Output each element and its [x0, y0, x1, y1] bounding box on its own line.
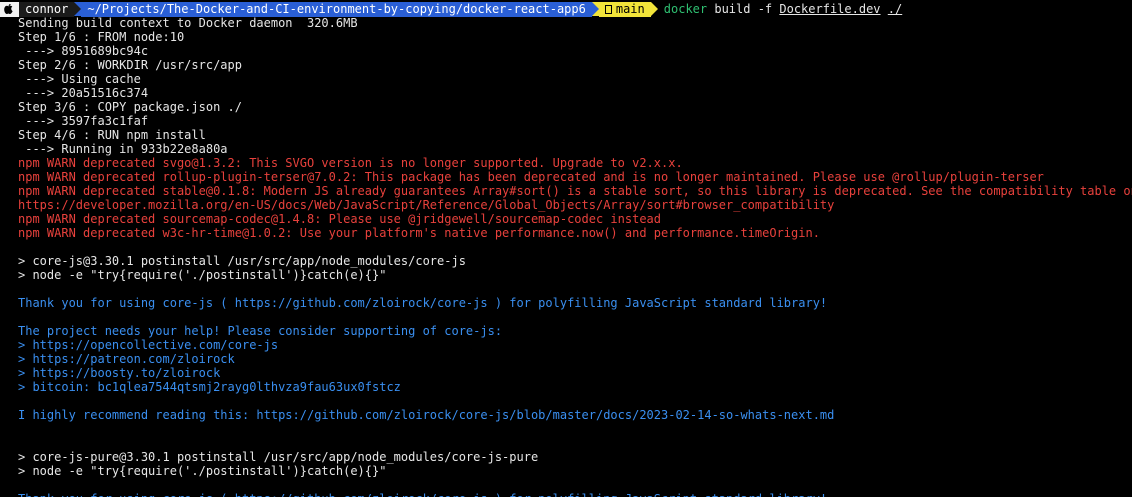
- prompt-user: connor: [19, 1, 75, 17]
- output-line: The project needs your help! Please cons…: [18, 324, 503, 338]
- output-line: ---> Using cache: [18, 72, 141, 86]
- prompt-line: connor ~/Projects/The-Docker-and-CI-envi…: [0, 1, 1132, 17]
- output-line: npm WARN deprecated rollup-plugin-terser…: [18, 170, 1044, 184]
- output-line: ---> 8951689bc94c: [18, 44, 149, 58]
- output-line: npm WARN deprecated stable@0.1.8: Modern…: [18, 184, 1132, 198]
- git-branch-name: main: [615, 2, 645, 16]
- segment-separator: [74, 2, 82, 16]
- output-line: Step 1/6 : FROM node:10: [18, 30, 185, 44]
- git-segment: main: [598, 1, 651, 17]
- prompt-cwd: ~/Projects/The-Docker-and-CI-environment…: [81, 1, 592, 17]
- output-line: > bitcoin: bc1qlea7544qtsmj2rayg0lthvza9…: [18, 380, 401, 394]
- output-line: ---> 3597fa3c1faf: [18, 114, 149, 128]
- output-line: > https://boosty.to/zloirock: [18, 366, 221, 380]
- output-line: > https://opencollective.com/core-js: [18, 338, 279, 352]
- output-line: ---> 20a51516c374: [18, 86, 149, 100]
- output-line: Step 3/6 : COPY package.json ./: [18, 100, 242, 114]
- segment-separator: [650, 2, 658, 16]
- output-line: I highly recommend reading this: https:/…: [18, 408, 835, 422]
- output-line: Sending build context to Docker daemon 3…: [18, 16, 358, 30]
- output-line: > core-js-pure@3.30.1 postinstall /usr/s…: [18, 450, 539, 464]
- command-program: docker: [663, 2, 708, 16]
- output-line: > core-js@3.30.1 postinstall /usr/src/ap…: [18, 254, 466, 268]
- git-branch-icon: [604, 4, 612, 14]
- command-context: ./: [887, 2, 903, 16]
- output-line: Step 4/6 : RUN npm install: [18, 128, 206, 142]
- output-line: npm WARN deprecated sourcemap-codec@1.4.…: [18, 212, 661, 226]
- output-line: > node -e "try{require('./postinstall')}…: [18, 464, 387, 478]
- terminal-window[interactable]: connor ~/Projects/The-Docker-and-CI-envi…: [0, 0, 1132, 497]
- apple-icon: [0, 1, 19, 17]
- command-input[interactable]: docker build -f Dockerfile.dev ./: [664, 2, 902, 16]
- output-line: ---> Running in 933b22e8a80a: [18, 142, 228, 156]
- output-line: Step 2/6 : WORKDIR /usr/src/app: [18, 58, 242, 72]
- terminal-output: Sending build context to Docker daemon 3…: [18, 16, 1132, 497]
- output-line: Thank you for using core-js ( https://gi…: [18, 296, 828, 310]
- output-line: https://developer.mozilla.org/en-US/docs…: [18, 198, 835, 212]
- output-line: > https://patreon.com/zloirock: [18, 352, 235, 366]
- command-file: Dockerfile.dev: [779, 2, 881, 16]
- segment-separator: [591, 2, 599, 16]
- output-line: > node -e "try{require('./postinstall')}…: [18, 268, 387, 282]
- output-line: npm WARN deprecated w3c-hr-time@1.0.2: U…: [18, 226, 820, 240]
- output-line: npm WARN deprecated svgo@1.3.2: This SVG…: [18, 156, 683, 170]
- output-line: Thank you for using core-js ( https://gi…: [18, 492, 1132, 497]
- command-args: build -f: [707, 2, 780, 16]
